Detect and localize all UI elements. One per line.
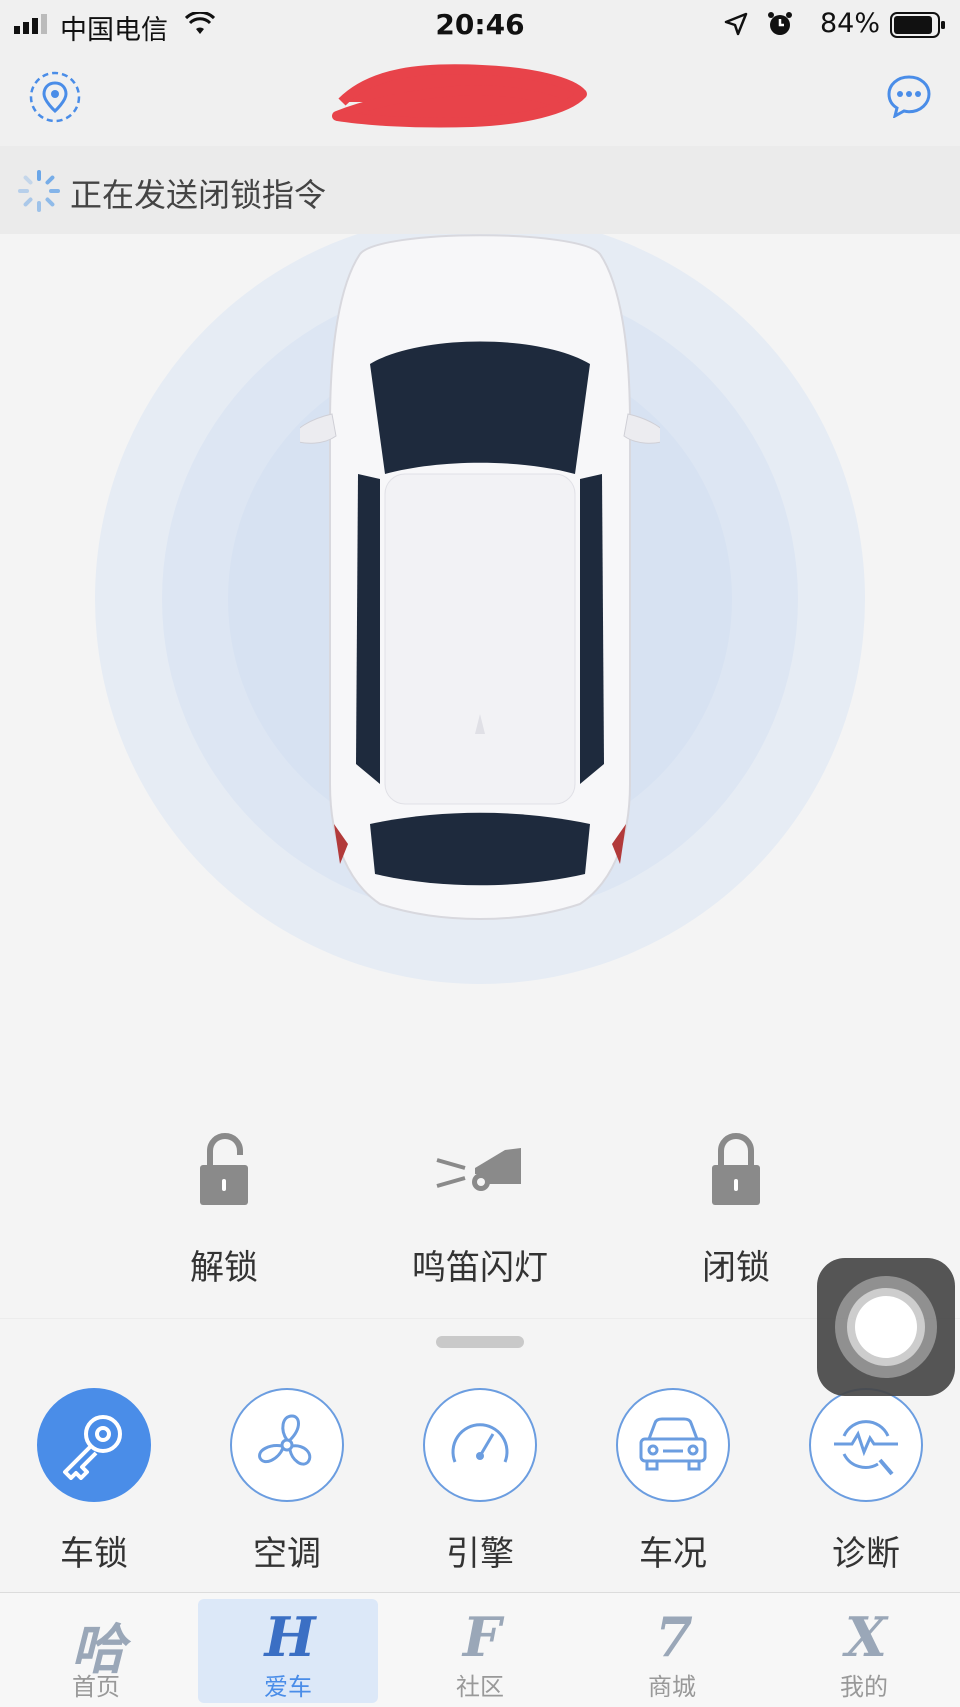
tab-mall[interactable]: 7 商城	[576, 1593, 768, 1707]
tab-my-car[interactable]: H 爱车	[192, 1593, 384, 1707]
alarm-icon	[768, 12, 792, 35]
remote-action-row: 解锁 鸣笛闪灯 闭锁	[0, 1130, 960, 1310]
key-icon	[63, 1415, 122, 1480]
func-car-lock-label: 车锁	[60, 1534, 128, 1574]
tab-bar: 哈 首页 H 爱车 F 社区 7 商城 X 我的	[0, 1592, 960, 1707]
func-vehicle-status[interactable]: 车况	[593, 1388, 753, 1575]
lock-button[interactable]: 闭锁	[626, 1130, 846, 1289]
tab-my-car-label: 爱车	[264, 1673, 312, 1701]
func-diagnosis-label: 诊断	[832, 1534, 900, 1574]
unlock-label: 解锁	[190, 1248, 258, 1288]
car-top-view-image	[300, 234, 660, 920]
tab-home[interactable]: 哈 首页	[0, 1593, 192, 1707]
tab-community[interactable]: F 社区	[384, 1593, 576, 1707]
unlock-icon	[200, 1133, 248, 1205]
func-air-conditioning-circle[interactable]	[230, 1388, 344, 1502]
function-row: 车锁 空调 引擎 车况 诊断	[0, 1388, 960, 1588]
battery-percent: 84%	[819, 8, 880, 39]
lock-icon	[712, 1133, 760, 1205]
tab-community-label: 社区	[456, 1673, 504, 1701]
battery-icon	[890, 12, 945, 38]
tab-profile-label: 我的	[840, 1673, 888, 1701]
diagnosis-icon	[834, 1420, 898, 1476]
func-air-conditioning[interactable]: 空调	[207, 1388, 367, 1575]
func-car-lock[interactable]: 车锁	[14, 1388, 174, 1575]
my-car-tab-icon: H	[264, 1605, 315, 1669]
clock: 20:46	[435, 8, 525, 41]
mall-tab-icon: 7	[655, 1605, 693, 1669]
home-tab-icon: 哈	[71, 1617, 125, 1681]
func-diagnosis[interactable]: 诊断	[786, 1388, 946, 1575]
func-vehicle-status-label: 车况	[639, 1534, 707, 1574]
sending-notice: 正在发送闭锁指令	[0, 146, 960, 234]
status-bar: 中国电信 20:46 84%	[0, 0, 960, 50]
profile-tab-icon: X	[845, 1605, 887, 1669]
tab-profile[interactable]: X 我的	[768, 1593, 960, 1707]
location-arrow-icon	[724, 12, 748, 36]
community-tab-icon: F	[462, 1605, 501, 1669]
func-engine-label: 引擎	[446, 1534, 514, 1574]
fan-icon	[258, 1414, 312, 1466]
drawer-handle[interactable]	[436, 1336, 524, 1348]
drawer-divider	[0, 1318, 960, 1319]
horn-flash-label: 鸣笛闪灯	[412, 1248, 548, 1288]
horn-flash-icon	[436, 1148, 521, 1191]
func-diagnosis-circle[interactable]	[809, 1388, 923, 1502]
message-icon[interactable]	[886, 74, 932, 118]
redaction-scribble	[332, 64, 587, 128]
assistive-touch-button[interactable]	[817, 1258, 955, 1396]
notice-text: 正在发送闭锁指令	[70, 176, 327, 214]
horn-flash-button[interactable]: 鸣笛闪灯	[370, 1130, 590, 1289]
car-front-icon	[639, 1417, 707, 1471]
func-air-conditioning-label: 空调	[253, 1534, 321, 1574]
loading-spinner-icon	[18, 170, 60, 212]
func-engine[interactable]: 引擎	[400, 1388, 560, 1575]
func-car-lock-circle[interactable]	[37, 1388, 151, 1502]
car-view	[0, 234, 960, 994]
func-vehicle-status-circle[interactable]	[616, 1388, 730, 1502]
tab-mall-label: 商城	[648, 1673, 696, 1701]
lock-label: 闭锁	[702, 1248, 770, 1288]
tab-home-label: 首页	[72, 1673, 120, 1701]
func-engine-circle[interactable]	[423, 1388, 537, 1502]
gauge-icon	[451, 1423, 509, 1463]
unlock-button[interactable]: 解锁	[114, 1130, 334, 1289]
